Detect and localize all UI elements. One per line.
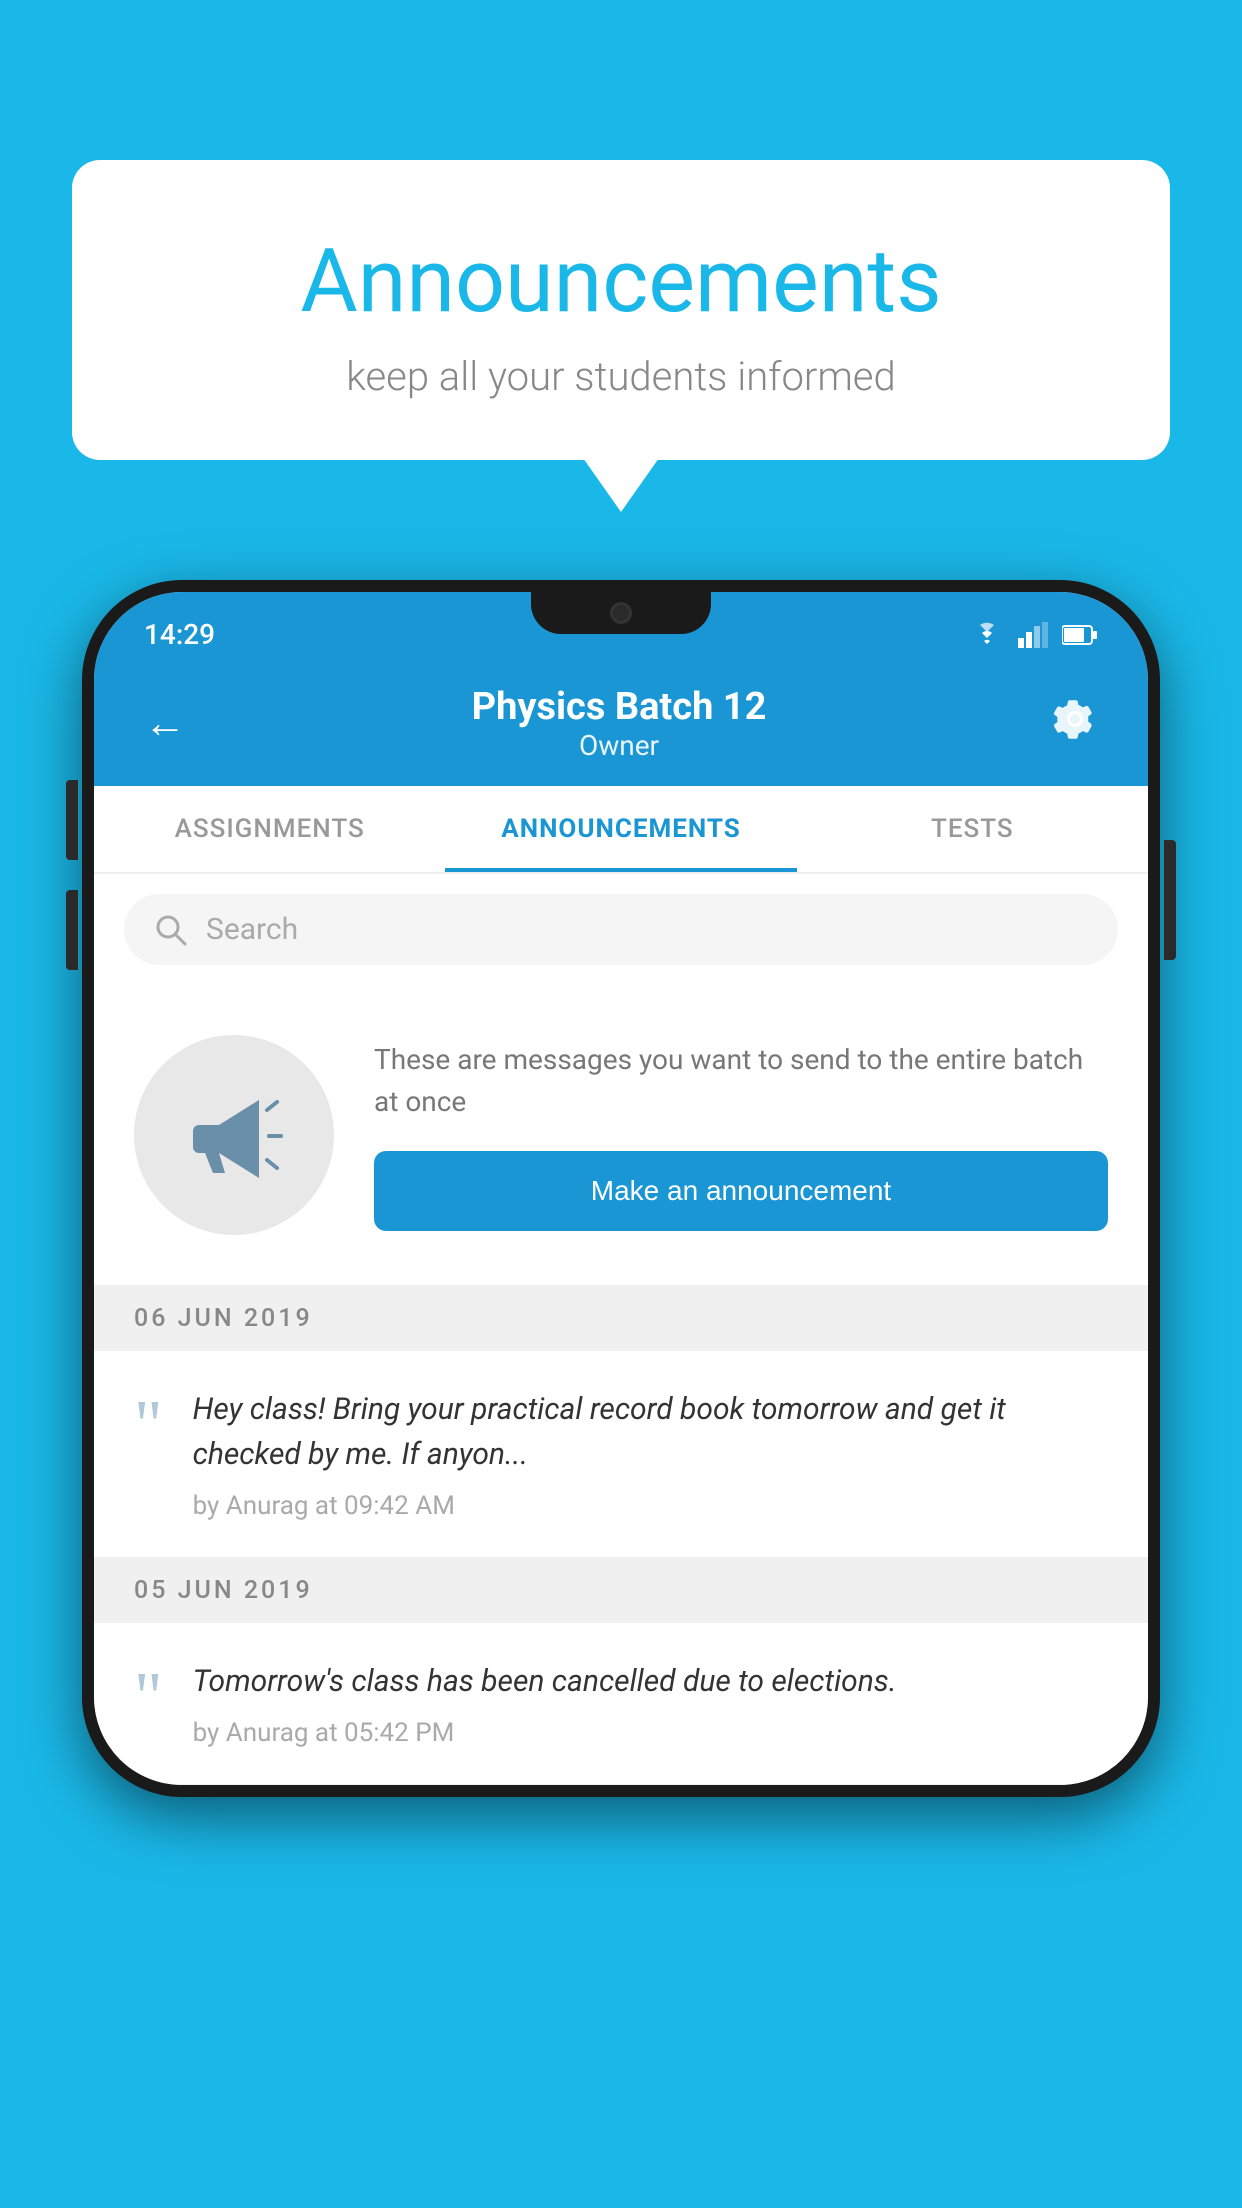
search-icon bbox=[154, 913, 188, 947]
tabs-bar: ASSIGNMENTS ANNOUNCEMENTS TESTS bbox=[94, 786, 1148, 874]
app-bar: ← Physics Batch 12 Owner bbox=[94, 661, 1148, 786]
signal-icon bbox=[1018, 622, 1048, 648]
announcement-prompt: These are messages you want to send to t… bbox=[94, 985, 1148, 1286]
search-bar[interactable]: Search bbox=[124, 894, 1118, 965]
prompt-content: These are messages you want to send to t… bbox=[374, 1039, 1108, 1231]
tab-tests[interactable]: TESTS bbox=[797, 786, 1148, 872]
power-button[interactable] bbox=[1164, 840, 1176, 960]
speech-bubble: Announcements keep all your students inf… bbox=[72, 160, 1170, 460]
tab-announcements[interactable]: ANNOUNCEMENTS bbox=[445, 786, 796, 872]
status-icons bbox=[970, 622, 1098, 648]
bubble-title: Announcements bbox=[132, 230, 1110, 333]
gear-icon bbox=[1052, 696, 1098, 742]
phone-device: 14:29 bbox=[82, 580, 1160, 1797]
app-bar-title-block: Physics Batch 12 Owner bbox=[472, 685, 767, 762]
speech-bubble-wrapper: Announcements keep all your students inf… bbox=[72, 160, 1170, 460]
prompt-description: These are messages you want to send to t… bbox=[374, 1039, 1108, 1123]
announcement-meta-2: by Anurag at 05:42 PM bbox=[193, 1718, 1108, 1748]
settings-button[interactable] bbox=[1052, 696, 1098, 752]
announcement-meta-1: by Anurag at 09:42 AM bbox=[193, 1491, 1108, 1521]
status-time: 14:29 bbox=[144, 618, 215, 651]
announcement-content-1: Hey class! Bring your practical record b… bbox=[193, 1387, 1108, 1521]
app-bar-title: Physics Batch 12 bbox=[472, 685, 767, 729]
phone-wrapper: 14:29 bbox=[82, 580, 1160, 1797]
megaphone-icon bbox=[179, 1080, 289, 1190]
megaphone-icon-circle bbox=[134, 1035, 334, 1235]
wifi-icon bbox=[970, 622, 1004, 648]
date-header-june6: 06 JUN 2019 bbox=[94, 1286, 1148, 1351]
phone-screen: 14:29 bbox=[94, 592, 1148, 1785]
volume-down-button[interactable] bbox=[66, 890, 78, 970]
announcement-item-1[interactable]: " Hey class! Bring your practical record… bbox=[94, 1351, 1148, 1558]
announcement-text-2: Tomorrow's class has been cancelled due … bbox=[193, 1659, 1108, 1704]
volume-up-button[interactable] bbox=[66, 780, 78, 860]
announcement-text-1: Hey class! Bring your practical record b… bbox=[193, 1387, 1108, 1477]
front-camera bbox=[610, 602, 632, 624]
bubble-subtitle: keep all your students informed bbox=[132, 353, 1110, 400]
make-announcement-button[interactable]: Make an announcement bbox=[374, 1151, 1108, 1231]
date-header-june5: 05 JUN 2019 bbox=[94, 1558, 1148, 1623]
battery-icon bbox=[1062, 624, 1098, 646]
quote-icon-2: " bbox=[134, 1663, 163, 1733]
phone-notch bbox=[531, 592, 711, 634]
app-bar-subtitle: Owner bbox=[472, 729, 767, 762]
announcement-item-2[interactable]: " Tomorrow's class has been cancelled du… bbox=[94, 1623, 1148, 1785]
announcement-content-2: Tomorrow's class has been cancelled due … bbox=[193, 1659, 1108, 1748]
back-button[interactable]: ← bbox=[144, 699, 186, 748]
tab-assignments[interactable]: ASSIGNMENTS bbox=[94, 786, 445, 872]
search-container: Search bbox=[94, 874, 1148, 985]
quote-icon-1: " bbox=[134, 1391, 163, 1461]
search-placeholder: Search bbox=[206, 912, 298, 947]
